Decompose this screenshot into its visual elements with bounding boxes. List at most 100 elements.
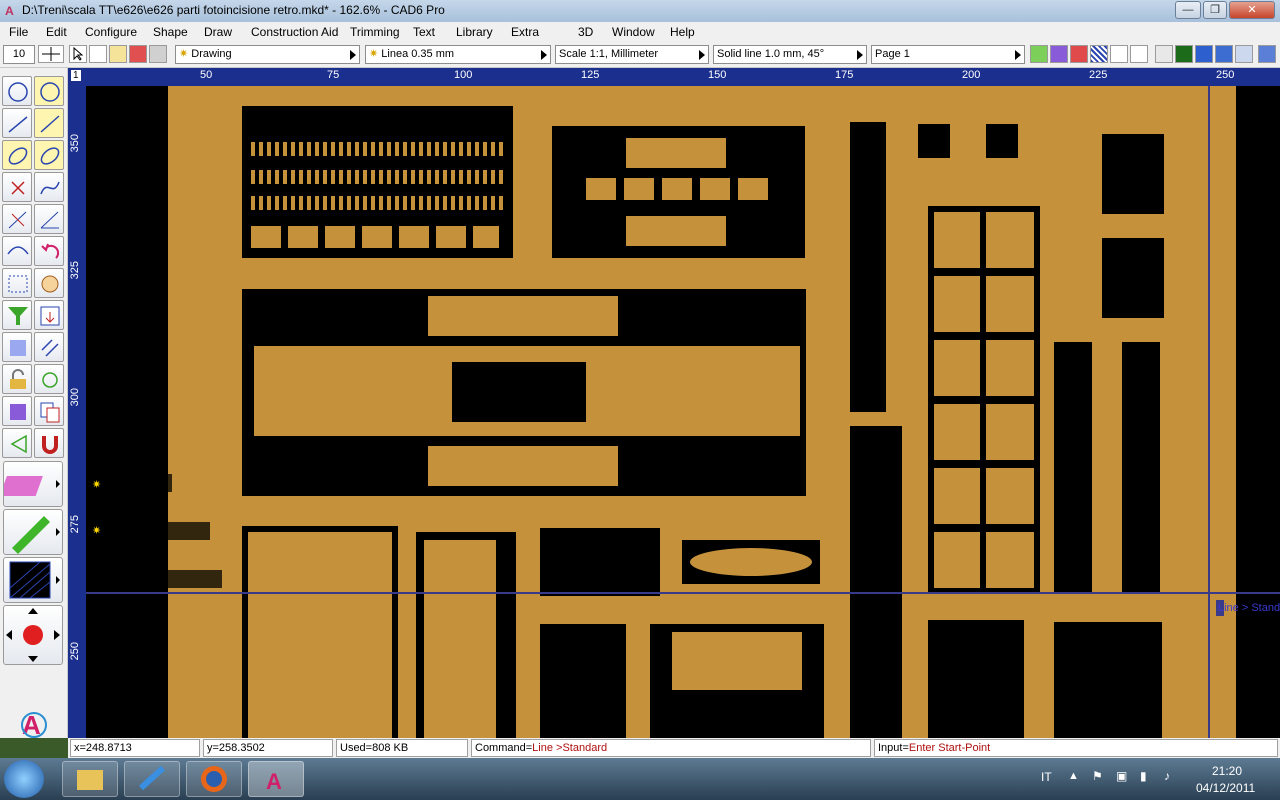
filter-icon[interactable] <box>2 300 32 330</box>
etched-part[interactable] <box>540 624 626 738</box>
etched-part[interactable] <box>540 528 660 596</box>
magnet-icon[interactable] <box>34 428 64 458</box>
grid-snap-icon[interactable] <box>2 332 32 362</box>
maximize-button[interactable]: ❐ <box>1203 1 1227 19</box>
layers-icon[interactable] <box>1050 45 1068 63</box>
new-file-icon[interactable] <box>89 45 107 63</box>
chevron-right-icon <box>541 50 547 60</box>
volume-icon[interactable]: ♪ <box>1164 769 1170 783</box>
menu-3d[interactable]: 3D <box>578 25 593 39</box>
menu-construction-aid[interactable]: Construction Aid <box>251 25 338 39</box>
hatch-select[interactable]: Solid line 1.0 mm, 45° <box>713 45 867 64</box>
network-icon[interactable]: ▣ <box>1116 769 1127 783</box>
crosshair-icon[interactable] <box>38 45 64 63</box>
menu-trimming[interactable]: Trimming <box>350 25 400 39</box>
etched-strip-part[interactable] <box>1054 342 1092 594</box>
print-icon[interactable] <box>149 45 167 63</box>
line-tool-icon[interactable] <box>2 108 32 138</box>
open-folder-icon[interactable] <box>109 45 127 63</box>
drawing-canvas[interactable]: ✷ ✷ Line > Standard <box>86 86 1280 738</box>
etched-strip-part[interactable] <box>850 122 886 412</box>
signal-icon[interactable]: ▮ <box>1140 769 1147 783</box>
hatch-pattern-button[interactable] <box>3 557 63 603</box>
coordinate-display-icon[interactable] <box>1175 45 1193 63</box>
menu-extra[interactable]: Extra <box>511 25 539 39</box>
circle-tool-icon[interactable] <box>2 76 32 106</box>
etched-strip-part[interactable] <box>1122 342 1160 594</box>
mirror-icon[interactable] <box>2 428 32 458</box>
menu-help[interactable]: Help <box>670 25 695 39</box>
etched-part[interactable] <box>1102 238 1164 318</box>
menu-configure[interactable]: Configure <box>85 25 137 39</box>
key-icon[interactable] <box>1215 45 1233 63</box>
start-button[interactable] <box>4 760 44 798</box>
pencil-button[interactable] <box>3 509 63 555</box>
angle-dimension-icon[interactable] <box>34 204 64 234</box>
navigation-pad[interactable] <box>3 605 63 665</box>
tray-arrow-icon[interactable]: ▲ <box>1068 770 1079 782</box>
menu-library[interactable]: Library <box>456 25 493 39</box>
etched-strip-part[interactable] <box>850 426 902 738</box>
properties-icon[interactable] <box>1235 45 1253 63</box>
hatch-select-label: Solid line 1.0 mm, 45° <box>717 48 825 60</box>
page-icon[interactable] <box>1110 45 1128 63</box>
ellipse-tool-icon[interactable] <box>2 140 32 170</box>
hatch-icon[interactable] <box>1090 45 1108 63</box>
close-button[interactable]: ✕ <box>1229 1 1275 19</box>
layer-visible-icon[interactable]: ✷ <box>92 478 101 491</box>
layers-stack-icon[interactable] <box>2 396 32 426</box>
3d-view-icon[interactable] <box>1195 45 1213 63</box>
app-taskbar-icon[interactable] <box>124 761 180 797</box>
hand-pan-icon[interactable] <box>34 268 64 298</box>
arc-tool-icon[interactable] <box>34 140 64 170</box>
minimize-button[interactable]: — <box>1175 1 1201 19</box>
etched-part[interactable] <box>928 620 1024 738</box>
etched-part[interactable] <box>1054 622 1162 738</box>
firefox-taskbar-icon[interactable] <box>186 761 242 797</box>
layer-select[interactable]: ✷ Drawing <box>175 45 360 64</box>
ruler-label: 50 <box>200 69 213 81</box>
flag-icon[interactable]: ⚑ <box>1092 769 1103 783</box>
menu-text[interactable]: Text <box>413 25 435 39</box>
point-tool-icon[interactable] <box>2 172 32 202</box>
pointer-icon[interactable] <box>69 45 87 63</box>
copy-pages-icon[interactable] <box>34 396 64 426</box>
save-icon[interactable] <box>129 45 147 63</box>
page-select[interactable]: Page 1 <box>871 45 1025 64</box>
menu-draw[interactable]: Draw <box>204 25 232 39</box>
language-indicator[interactable]: IT <box>1041 770 1052 784</box>
snap-point-icon[interactable] <box>1070 45 1088 63</box>
circle-3point-tool-icon[interactable] <box>34 76 64 106</box>
pen-tool-icon[interactable] <box>1030 45 1048 63</box>
parallel-lines-icon[interactable] <box>34 332 64 362</box>
calculator-icon[interactable] <box>1155 45 1173 63</box>
pen-select[interactable]: ✷ Linea 0.35 mm <box>365 45 551 64</box>
scale-select[interactable]: Scale 1:1, Millimeter <box>555 45 709 64</box>
polyline-tool-icon[interactable] <box>34 108 64 138</box>
snap-value-field[interactable]: 10 <box>3 45 35 64</box>
etched-part[interactable] <box>918 124 950 158</box>
menu-file[interactable]: File <box>9 25 28 39</box>
triangle-icon[interactable] <box>1130 45 1148 63</box>
explorer-taskbar-icon[interactable] <box>62 761 118 797</box>
settings-icon[interactable] <box>1258 45 1276 63</box>
etched-part[interactable] <box>1102 134 1164 214</box>
clock-date[interactable]: 04/12/2011 <box>1196 781 1255 795</box>
menu-window[interactable]: Window <box>612 25 655 39</box>
curve-tool-icon[interactable] <box>2 236 32 266</box>
spline-tool-icon[interactable] <box>34 172 64 202</box>
menu-shape[interactable]: Shape <box>153 25 188 39</box>
insert-icon[interactable] <box>34 300 64 330</box>
dimension-tool-icon[interactable] <box>2 204 32 234</box>
layer-visible-icon[interactable]: ✷ <box>92 524 101 537</box>
lock-icon[interactable] <box>2 364 32 394</box>
etched-detail <box>980 212 986 588</box>
tangent-circle-icon[interactable] <box>34 364 64 394</box>
etched-part[interactable] <box>986 124 1018 158</box>
rectangle-select-icon[interactable] <box>2 268 32 298</box>
undo-icon[interactable] <box>34 236 64 266</box>
menu-edit[interactable]: Edit <box>46 25 67 39</box>
cad6-taskbar-icon[interactable]: A <box>248 761 304 797</box>
layer-palette-button[interactable] <box>0 461 63 507</box>
clock-time[interactable]: 21:20 <box>1212 764 1242 778</box>
